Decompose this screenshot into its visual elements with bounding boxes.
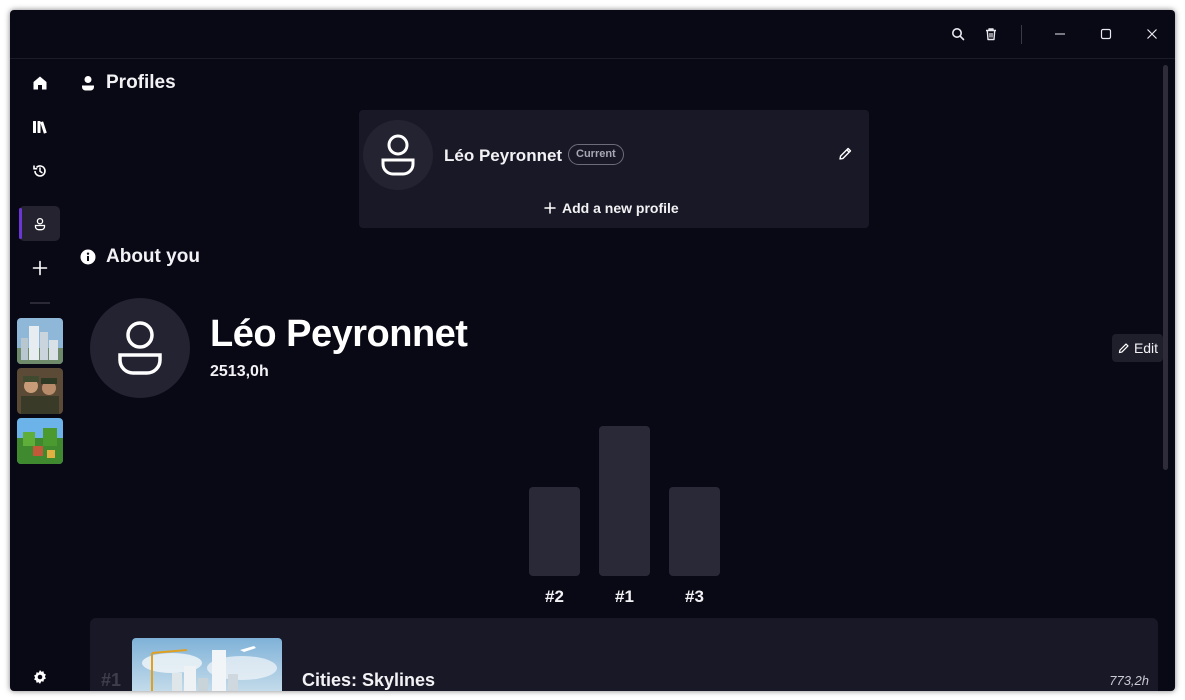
sidebar-item-history[interactable] bbox=[19, 153, 60, 188]
profiles-title: Profiles bbox=[106, 72, 176, 93]
podium-label-3: #3 bbox=[685, 587, 704, 606]
edit-label: Edit bbox=[1133, 340, 1159, 356]
about-heading: About you bbox=[80, 246, 200, 268]
close-icon[interactable] bbox=[1142, 24, 1162, 44]
add-profile-button[interactable]: Add a new profile bbox=[544, 200, 679, 216]
current-profile-card: Léo Peyronnet Current Add a new profile bbox=[359, 110, 869, 228]
sidebar bbox=[10, 60, 70, 691]
titlebar bbox=[10, 10, 1175, 59]
podium-bar-3[interactable] bbox=[669, 487, 720, 576]
user-avatar-icon bbox=[381, 134, 415, 176]
pencil-icon bbox=[1118, 342, 1129, 353]
settings-button[interactable] bbox=[19, 659, 60, 691]
minimize-icon[interactable] bbox=[1050, 24, 1070, 44]
user-icon bbox=[82, 76, 94, 91]
edit-about-button[interactable]: Edit bbox=[1112, 334, 1163, 362]
trash-icon[interactable] bbox=[981, 24, 1001, 44]
podium-label-2: #2 bbox=[545, 587, 564, 606]
add-profile-label: Add a new profile bbox=[562, 200, 679, 216]
plus-icon bbox=[32, 260, 47, 275]
total-playtime: 2513,0h bbox=[210, 363, 269, 380]
main-content: Profiles Léo Peyronnet Current Add a new… bbox=[80, 60, 1163, 691]
gear-icon bbox=[33, 669, 46, 684]
sidebar-item-library[interactable] bbox=[19, 109, 60, 144]
search-icon[interactable] bbox=[948, 24, 968, 44]
podium-label-1: #1 bbox=[615, 587, 634, 606]
game-thumb-strategy[interactable] bbox=[17, 368, 63, 414]
podium-bar-2[interactable] bbox=[529, 487, 580, 576]
current-badge: Current bbox=[568, 144, 624, 165]
user-avatar-large bbox=[90, 298, 190, 398]
profiles-heading: Profiles bbox=[80, 72, 176, 94]
game-rank: #1 bbox=[101, 670, 122, 690]
user-name: Léo Peyronnet bbox=[210, 313, 468, 355]
top-game-row[interactable]: #1 Cities: Skylines 773,2h bbox=[90, 618, 1158, 691]
pencil-icon bbox=[839, 147, 852, 160]
user-avatar-icon bbox=[118, 321, 162, 375]
game-thumb-minecraft[interactable] bbox=[17, 418, 63, 464]
edit-profile-button[interactable] bbox=[837, 146, 855, 164]
home-icon bbox=[33, 76, 46, 89]
library-icon bbox=[32, 120, 47, 134]
maximize-icon[interactable] bbox=[1096, 24, 1116, 44]
avatar[interactable] bbox=[363, 120, 433, 190]
game-playtime: 773,2h bbox=[1109, 673, 1149, 688]
sidebar-divider bbox=[30, 302, 50, 304]
sidebar-item-home[interactable] bbox=[19, 65, 60, 100]
game-title: Cities: Skylines bbox=[302, 670, 436, 690]
sidebar-item-profiles[interactable] bbox=[19, 206, 60, 241]
game-cover-image bbox=[132, 638, 282, 691]
scrollbar[interactable] bbox=[1163, 65, 1168, 470]
app-window: Profiles Léo Peyronnet Current Add a new… bbox=[10, 10, 1175, 691]
podium-bar-1[interactable] bbox=[599, 426, 650, 576]
profile-icon bbox=[34, 217, 45, 230]
history-icon bbox=[32, 164, 46, 177]
info-icon bbox=[80, 249, 96, 265]
titlebar-divider bbox=[1021, 25, 1022, 44]
sidebar-item-add[interactable] bbox=[19, 250, 60, 285]
about-title: About you bbox=[106, 246, 200, 267]
game-thumb-cities-skylines[interactable] bbox=[17, 318, 63, 364]
plus-icon bbox=[544, 202, 556, 214]
profile-name[interactable]: Léo Peyronnet bbox=[444, 146, 562, 166]
